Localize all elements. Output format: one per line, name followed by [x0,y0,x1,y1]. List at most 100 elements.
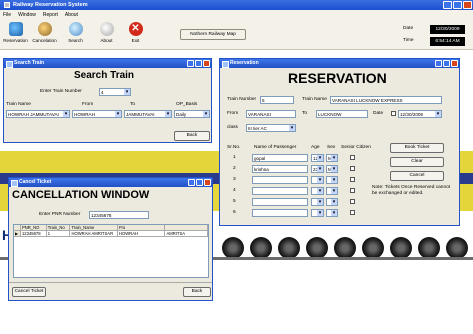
cancel-close-button[interactable] [204,179,211,186]
cancel-window-titlebar: Cancel Ticket [9,178,212,187]
date-display: 12/30/2009 [430,25,465,34]
col-op-basis: OP_Basis [176,102,198,107]
cancel-back-button[interactable]: Back [183,287,211,297]
res-class-select[interactable]: III tier AC [246,124,296,132]
date-checkbox[interactable] [391,111,396,116]
railway-map-button[interactable]: Nothern Railway Map [180,29,246,40]
to-select[interactable]: JAMMUTAVAI [124,110,172,118]
passenger-name-input[interactable] [252,187,308,195]
train-number-select[interactable]: 4 [99,88,131,96]
time-display: 6:54:14 AM [430,37,465,46]
passenger-name-input[interactable] [252,198,308,206]
search-maximize-button[interactable] [195,60,202,67]
reservation-heading: RESERVATION [288,70,387,86]
time-label: Time [403,38,414,43]
train-name-select[interactable]: HOWRAH JAMMUTAVAI [6,110,70,118]
hdr-sno: Sr.No. [227,145,241,150]
reservation-close-button[interactable] [451,60,458,67]
app-icon [4,2,10,8]
passenger-sex-select[interactable] [326,209,338,217]
from-select[interactable]: HOWRAH [72,110,122,118]
passenger-sno: 2 [233,166,236,171]
passenger-age-select[interactable] [311,209,324,217]
res-to-input[interactable]: LUCKNOW [316,110,368,118]
res-train-name-input[interactable]: VARANASI LUCKNOW EXPRESS [330,96,442,104]
passenger-sex-select[interactable] [326,198,338,206]
cancel-button[interactable]: Cancel [390,171,444,181]
passenger-name-input[interactable] [252,209,308,217]
senior-citizen-checkbox[interactable] [350,177,355,182]
reservation-icon [8,22,23,36]
menu-window[interactable]: Window [18,12,36,18]
menu-report[interactable]: Report [43,12,58,18]
passenger-age-select[interactable] [311,198,324,206]
passenger-name-input[interactable] [252,176,308,184]
app-title: Railway Reservation System [13,2,88,8]
passenger-age-select[interactable] [311,176,324,184]
passenger-sex-select[interactable] [326,187,338,195]
passenger-age-select[interactable]: 23 [311,165,324,173]
res-date-label: Date [373,111,384,116]
menu-about[interactable]: About [65,12,78,18]
menu-file[interactable]: File [3,12,11,18]
passenger-name-input[interactable]: gopal [252,154,308,162]
res-train-number-input[interactable]: 5 [260,96,294,104]
cancel-minimize-button[interactable] [188,179,195,186]
res-from-label: From [227,111,239,116]
about-icon [99,22,114,36]
close-button[interactable] [463,1,472,9]
book-ticket-button[interactable]: Book Ticket [390,143,444,153]
passenger-sno: 6 [233,210,236,215]
app-window: Railway Reservation System File Window R… [0,0,473,334]
reservation-maximize-button[interactable] [443,60,450,67]
pnr-input[interactable]: 12345678 [89,211,149,219]
maximize-button[interactable] [453,1,462,9]
reservation-window-titlebar: Reservation [220,59,459,68]
passenger-sex-select[interactable]: M [326,154,338,162]
senior-citizen-checkbox[interactable] [350,188,355,193]
res-date-picker[interactable]: 12/30/2009 [398,110,442,118]
cancel-ticket-window: Cancel Ticket CANCELLATION WINDOW Enter … [8,177,213,301]
search-train-window: Search Train Search Train Enter Train Nu… [3,58,212,143]
passenger-name-input[interactable]: krishna [252,165,308,173]
cancel-maximize-button[interactable] [196,179,203,186]
about-button[interactable]: About [93,21,120,48]
res-from-input[interactable]: VARANASI [246,110,296,118]
senior-citizen-checkbox[interactable] [350,210,355,215]
cancel-heading: CANCELLATION WINDOW [12,189,150,201]
res-class-label: class [227,125,238,130]
senior-citizen-checkbox[interactable] [350,199,355,204]
cancelation-button[interactable]: Cancelation [31,21,58,48]
search-close-button[interactable] [203,60,210,67]
senior-citizen-checkbox[interactable] [350,166,355,171]
senior-citizen-checkbox[interactable] [350,155,355,160]
hdr-senior: Senior Citizen [341,145,371,150]
passenger-sno: 4 [233,188,236,193]
search-icon [68,22,83,36]
col-to: To [130,102,136,107]
op-basis-select[interactable]: Daily [174,110,210,118]
title-bar: Railway Reservation System [0,0,473,10]
train-number-label: Enter Train Number [40,89,82,94]
table-row[interactable]: ▶ 12345678 1 HOWRAH AMRITSAR HOWRAH AMRI… [14,231,208,237]
reservation-button[interactable]: Reservation [2,21,29,48]
passenger-age-select[interactable] [311,187,324,195]
col-train-name: Train Name [6,102,31,107]
exit-button[interactable]: ✕ Exit [122,21,149,48]
minimize-button[interactable] [443,1,452,9]
clear-button[interactable]: Clear [390,157,444,167]
passenger-sex-select[interactable] [326,176,338,184]
res-train-name-label: Train Name [302,97,327,102]
hdr-passenger-name: Name of Passenger [254,145,297,150]
cancel-ticket-button[interactable]: Cancel Ticket [12,287,46,297]
search-back-button[interactable]: Back [174,131,210,141]
search-button[interactable]: Search [62,21,89,48]
passenger-age-select[interactable]: 12 [311,154,324,162]
row-selector-icon[interactable]: ▶ [14,231,21,237]
search-minimize-button[interactable] [187,60,194,67]
divider [9,282,212,283]
reservation-minimize-button[interactable] [435,60,442,67]
exit-icon: ✕ [128,22,143,36]
passenger-sex-select[interactable]: M [326,165,338,173]
reservation-window: Reservation RESERVATION Train Number 5 T… [219,58,460,226]
